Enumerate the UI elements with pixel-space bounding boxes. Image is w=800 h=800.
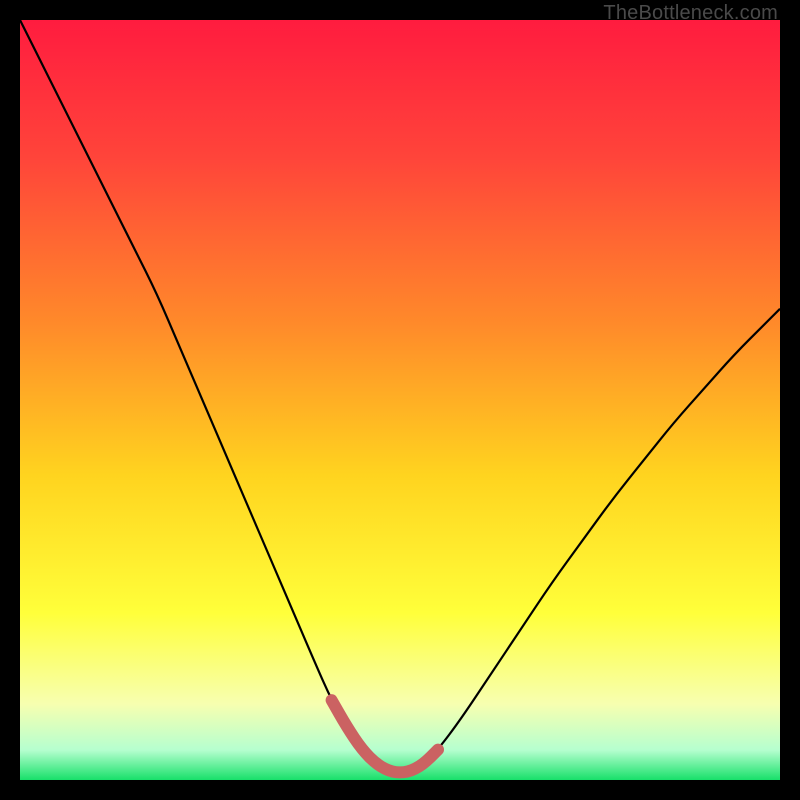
chart-stage: TheBottleneck.com <box>0 0 800 800</box>
curve-layer <box>20 20 780 780</box>
watermark-text: TheBottleneck.com <box>603 2 778 25</box>
highlight-valley <box>332 700 438 772</box>
plot-area <box>20 20 780 780</box>
bottleneck-curve <box>20 20 780 772</box>
